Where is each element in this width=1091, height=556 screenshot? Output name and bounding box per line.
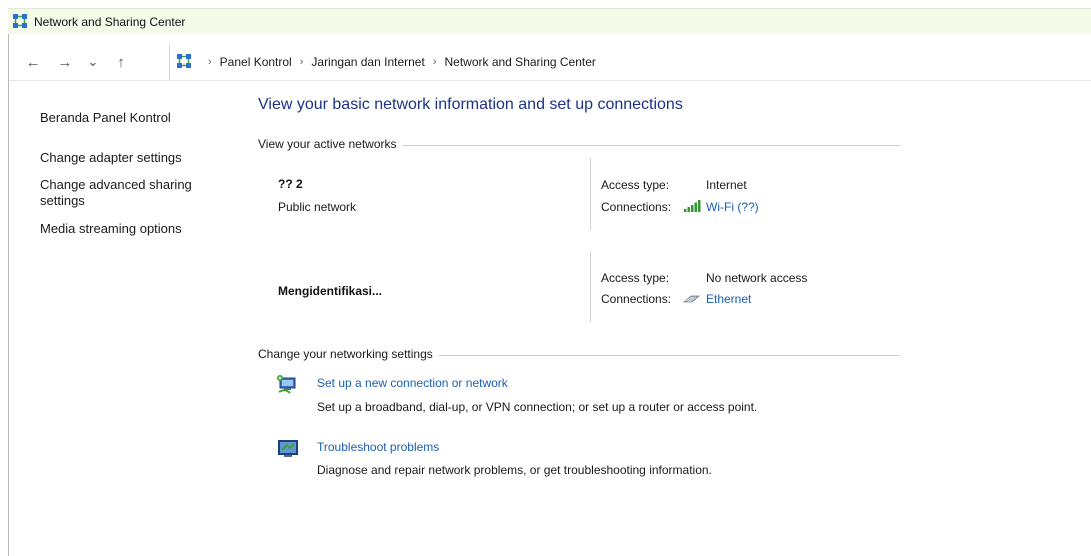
troubleshoot-icon xyxy=(277,439,299,459)
breadcrumb: › Panel Kontrol › Jaringan dan Internet … xyxy=(169,44,596,80)
breadcrumb-jaringan[interactable]: Jaringan dan Internet xyxy=(311,55,424,69)
access-type-label: Access type: xyxy=(601,271,670,285)
ethernet-icon xyxy=(682,293,701,307)
network-center-breadcrumb-icon xyxy=(176,53,192,72)
troubleshoot-description: Diagnose and repair network problems, or… xyxy=(317,463,712,477)
active-networks-heading: View your active networks xyxy=(258,137,403,151)
setup-connection-link[interactable]: Set up a new connection or network xyxy=(317,376,508,390)
recent-locations-chevron-icon[interactable]: ⌄ xyxy=(83,52,103,72)
sidebar-item-adapter-settings[interactable]: Change adapter settings xyxy=(40,150,182,166)
change-settings-heading: Change your networking settings xyxy=(258,347,439,361)
wifi-signal-icon xyxy=(684,200,702,215)
chevron-right-icon: › xyxy=(299,56,304,68)
wifi-connection-link[interactable]: Wi-Fi (??) xyxy=(706,200,759,214)
back-arrow-icon[interactable]: ← xyxy=(23,52,43,72)
setup-connection-description: Set up a broadband, dial-up, or VPN conn… xyxy=(317,400,758,414)
page-title: View your basic network information and … xyxy=(258,96,683,113)
sidebar-item-advanced-sharing[interactable]: Change advanced sharing settings xyxy=(40,177,210,209)
title-bar: Network and Sharing Center xyxy=(8,8,1091,34)
network-name: Mengidentifikasi... xyxy=(278,284,383,298)
breadcrumb-network-center[interactable]: Network and Sharing Center xyxy=(444,55,595,69)
window-title: Network and Sharing Center xyxy=(34,14,186,29)
address-bar: ← → ⌄ ↑ › Panel Kontrol › Jaringan dan I… xyxy=(9,44,1091,81)
access-type-label: Access type: xyxy=(601,178,670,192)
forward-arrow-icon[interactable]: → xyxy=(55,52,75,72)
connections-label: Connections: xyxy=(601,292,672,306)
ethernet-connection-link[interactable]: Ethernet xyxy=(706,292,751,306)
network-name: ?? 2 xyxy=(278,177,303,191)
new-connection-icon xyxy=(277,374,299,394)
network-type[interactable]: Public network xyxy=(278,200,356,214)
connections-label: Connections: xyxy=(601,200,672,214)
network-divider xyxy=(590,252,591,322)
sidebar-item-home[interactable]: Beranda Panel Kontrol xyxy=(40,110,171,126)
chevron-right-icon: › xyxy=(432,56,437,68)
breadcrumb-panel-kontrol[interactable]: Panel Kontrol xyxy=(220,55,292,69)
network-center-icon xyxy=(12,13,28,32)
access-type-value: Internet xyxy=(706,178,747,192)
network-divider xyxy=(590,158,591,230)
chevron-right-icon: › xyxy=(208,56,212,68)
troubleshoot-link[interactable]: Troubleshoot problems xyxy=(317,440,439,454)
access-type-value: No network access xyxy=(706,271,808,285)
window-left-border xyxy=(8,8,9,556)
up-arrow-icon[interactable]: ↑ xyxy=(111,52,131,72)
sidebar-item-media-streaming[interactable]: Media streaming options xyxy=(40,221,182,237)
